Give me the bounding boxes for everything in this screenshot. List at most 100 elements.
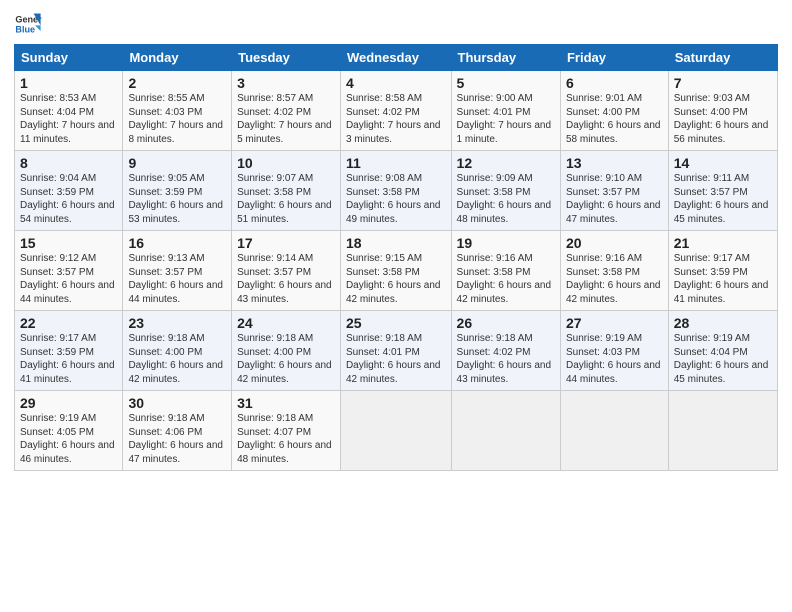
day-number: 23 — [128, 315, 226, 331]
day-cell: 12Sunrise: 9:09 AMSunset: 3:58 PMDayligh… — [451, 151, 560, 231]
day-number: 5 — [457, 75, 555, 91]
day-info: Sunrise: 9:09 AMSunset: 3:58 PMDaylight:… — [457, 172, 555, 226]
day-cell: 3Sunrise: 8:57 AMSunset: 4:02 PMDaylight… — [232, 71, 341, 151]
day-cell: 29Sunrise: 9:19 AMSunset: 4:05 PMDayligh… — [15, 391, 123, 471]
day-info: Sunrise: 9:11 AMSunset: 3:57 PMDaylight:… — [674, 172, 772, 226]
day-number: 31 — [237, 395, 335, 411]
day-cell: 23Sunrise: 9:18 AMSunset: 4:00 PMDayligh… — [123, 311, 232, 391]
day-cell: 2Sunrise: 8:55 AMSunset: 4:03 PMDaylight… — [123, 71, 232, 151]
day-number: 27 — [566, 315, 663, 331]
day-info: Sunrise: 9:16 AMSunset: 3:58 PMDaylight:… — [566, 252, 663, 306]
day-number: 29 — [20, 395, 117, 411]
week-row-3: 15Sunrise: 9:12 AMSunset: 3:57 PMDayligh… — [15, 231, 778, 311]
day-info: Sunrise: 9:01 AMSunset: 4:00 PMDaylight:… — [566, 92, 663, 146]
day-number: 2 — [128, 75, 226, 91]
logo-icon: General Blue — [14, 10, 42, 38]
col-header-tuesday: Tuesday — [232, 45, 341, 71]
day-cell: 1Sunrise: 8:53 AMSunset: 4:04 PMDaylight… — [15, 71, 123, 151]
day-cell — [340, 391, 451, 471]
day-info: Sunrise: 9:18 AMSunset: 4:07 PMDaylight:… — [237, 412, 335, 466]
day-number: 15 — [20, 235, 117, 251]
day-cell: 14Sunrise: 9:11 AMSunset: 3:57 PMDayligh… — [668, 151, 777, 231]
day-cell: 31Sunrise: 9:18 AMSunset: 4:07 PMDayligh… — [232, 391, 341, 471]
col-header-thursday: Thursday — [451, 45, 560, 71]
day-info: Sunrise: 9:18 AMSunset: 4:06 PMDaylight:… — [128, 412, 226, 466]
day-info: Sunrise: 9:05 AMSunset: 3:59 PMDaylight:… — [128, 172, 226, 226]
week-row-5: 29Sunrise: 9:19 AMSunset: 4:05 PMDayligh… — [15, 391, 778, 471]
day-info: Sunrise: 9:13 AMSunset: 3:57 PMDaylight:… — [128, 252, 226, 306]
day-info: Sunrise: 8:53 AMSunset: 4:04 PMDaylight:… — [20, 92, 117, 146]
day-cell: 21Sunrise: 9:17 AMSunset: 3:59 PMDayligh… — [668, 231, 777, 311]
day-info: Sunrise: 8:57 AMSunset: 4:02 PMDaylight:… — [237, 92, 335, 146]
day-number: 13 — [566, 155, 663, 171]
col-header-monday: Monday — [123, 45, 232, 71]
day-cell: 8Sunrise: 9:04 AMSunset: 3:59 PMDaylight… — [15, 151, 123, 231]
week-row-1: 1Sunrise: 8:53 AMSunset: 4:04 PMDaylight… — [15, 71, 778, 151]
day-cell: 13Sunrise: 9:10 AMSunset: 3:57 PMDayligh… — [560, 151, 668, 231]
day-number: 22 — [20, 315, 117, 331]
day-info: Sunrise: 8:58 AMSunset: 4:02 PMDaylight:… — [346, 92, 446, 146]
day-number: 9 — [128, 155, 226, 171]
svg-text:Blue: Blue — [15, 24, 35, 34]
col-header-friday: Friday — [560, 45, 668, 71]
day-info: Sunrise: 9:04 AMSunset: 3:59 PMDaylight:… — [20, 172, 117, 226]
day-cell: 20Sunrise: 9:16 AMSunset: 3:58 PMDayligh… — [560, 231, 668, 311]
day-info: Sunrise: 9:07 AMSunset: 3:58 PMDaylight:… — [237, 172, 335, 226]
day-number: 8 — [20, 155, 117, 171]
day-cell: 9Sunrise: 9:05 AMSunset: 3:59 PMDaylight… — [123, 151, 232, 231]
col-header-saturday: Saturday — [668, 45, 777, 71]
day-cell: 25Sunrise: 9:18 AMSunset: 4:01 PMDayligh… — [340, 311, 451, 391]
day-number: 24 — [237, 315, 335, 331]
day-info: Sunrise: 9:03 AMSunset: 4:00 PMDaylight:… — [674, 92, 772, 146]
day-cell: 10Sunrise: 9:07 AMSunset: 3:58 PMDayligh… — [232, 151, 341, 231]
day-cell: 17Sunrise: 9:14 AMSunset: 3:57 PMDayligh… — [232, 231, 341, 311]
day-number: 16 — [128, 235, 226, 251]
day-cell: 19Sunrise: 9:16 AMSunset: 3:58 PMDayligh… — [451, 231, 560, 311]
day-info: Sunrise: 9:00 AMSunset: 4:01 PMDaylight:… — [457, 92, 555, 146]
day-info: Sunrise: 9:18 AMSunset: 4:02 PMDaylight:… — [457, 332, 555, 386]
day-cell: 22Sunrise: 9:17 AMSunset: 3:59 PMDayligh… — [15, 311, 123, 391]
day-cell: 30Sunrise: 9:18 AMSunset: 4:06 PMDayligh… — [123, 391, 232, 471]
day-info: Sunrise: 9:18 AMSunset: 4:00 PMDaylight:… — [128, 332, 226, 386]
day-info: Sunrise: 8:55 AMSunset: 4:03 PMDaylight:… — [128, 92, 226, 146]
day-cell — [668, 391, 777, 471]
day-number: 6 — [566, 75, 663, 91]
day-cell: 7Sunrise: 9:03 AMSunset: 4:00 PMDaylight… — [668, 71, 777, 151]
day-info: Sunrise: 9:17 AMSunset: 3:59 PMDaylight:… — [674, 252, 772, 306]
day-number: 1 — [20, 75, 117, 91]
day-info: Sunrise: 9:10 AMSunset: 3:57 PMDaylight:… — [566, 172, 663, 226]
day-number: 26 — [457, 315, 555, 331]
day-number: 11 — [346, 155, 446, 171]
day-cell: 5Sunrise: 9:00 AMSunset: 4:01 PMDaylight… — [451, 71, 560, 151]
day-number: 25 — [346, 315, 446, 331]
week-row-4: 22Sunrise: 9:17 AMSunset: 3:59 PMDayligh… — [15, 311, 778, 391]
day-cell: 16Sunrise: 9:13 AMSunset: 3:57 PMDayligh… — [123, 231, 232, 311]
day-info: Sunrise: 9:15 AMSunset: 3:58 PMDaylight:… — [346, 252, 446, 306]
week-row-2: 8Sunrise: 9:04 AMSunset: 3:59 PMDaylight… — [15, 151, 778, 231]
page-container: General Blue SundayMondayTuesdayWednesda… — [0, 0, 792, 479]
day-cell: 26Sunrise: 9:18 AMSunset: 4:02 PMDayligh… — [451, 311, 560, 391]
header: General Blue — [14, 10, 778, 38]
day-info: Sunrise: 9:14 AMSunset: 3:57 PMDaylight:… — [237, 252, 335, 306]
day-number: 14 — [674, 155, 772, 171]
day-number: 28 — [674, 315, 772, 331]
day-cell: 24Sunrise: 9:18 AMSunset: 4:00 PMDayligh… — [232, 311, 341, 391]
day-info: Sunrise: 9:17 AMSunset: 3:59 PMDaylight:… — [20, 332, 117, 386]
day-info: Sunrise: 9:18 AMSunset: 4:00 PMDaylight:… — [237, 332, 335, 386]
day-number: 30 — [128, 395, 226, 411]
day-cell: 15Sunrise: 9:12 AMSunset: 3:57 PMDayligh… — [15, 231, 123, 311]
day-cell: 28Sunrise: 9:19 AMSunset: 4:04 PMDayligh… — [668, 311, 777, 391]
day-info: Sunrise: 9:19 AMSunset: 4:05 PMDaylight:… — [20, 412, 117, 466]
col-header-wednesday: Wednesday — [340, 45, 451, 71]
day-number: 12 — [457, 155, 555, 171]
day-info: Sunrise: 9:16 AMSunset: 3:58 PMDaylight:… — [457, 252, 555, 306]
day-number: 19 — [457, 235, 555, 251]
day-cell — [560, 391, 668, 471]
day-cell: 4Sunrise: 8:58 AMSunset: 4:02 PMDaylight… — [340, 71, 451, 151]
day-info: Sunrise: 9:08 AMSunset: 3:58 PMDaylight:… — [346, 172, 446, 226]
day-cell: 27Sunrise: 9:19 AMSunset: 4:03 PMDayligh… — [560, 311, 668, 391]
day-number: 18 — [346, 235, 446, 251]
day-number: 20 — [566, 235, 663, 251]
day-number: 7 — [674, 75, 772, 91]
day-number: 10 — [237, 155, 335, 171]
